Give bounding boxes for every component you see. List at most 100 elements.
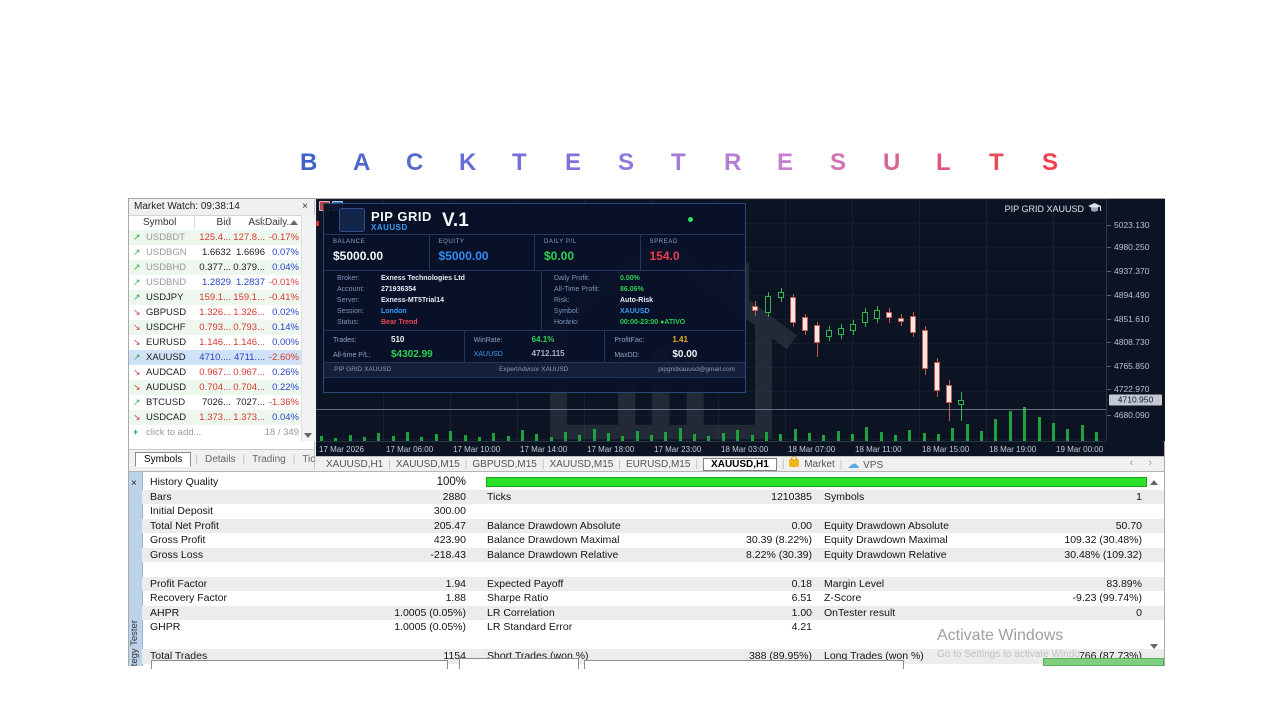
bid-value: 1.373... <box>199 412 231 423</box>
title-letter: S <box>618 149 635 176</box>
arrow-up-icon: ↗ <box>133 352 141 362</box>
ea-stat-label: DAILY P/L <box>544 239 577 245</box>
market-watch-row[interactable]: ↗ BTCUSD 7026... 7027... -1.36% <box>129 395 301 410</box>
ea-info-value: 00:00-23:00 ●ATIVO <box>620 319 686 326</box>
ea-footer: PIP GRID XAUUSD ExpertAdvisor XAUUSD pipgr… <box>324 362 745 378</box>
price-label: 4680.090 <box>1114 410 1150 420</box>
plus-icon[interactable]: + <box>133 425 138 440</box>
candle-body <box>790 297 796 323</box>
stat-value: 8.22% (30.39) <box>746 548 812 561</box>
ea-trade-line: ProfitFac: 1.41 <box>614 335 688 344</box>
chart-tab[interactable]: XAUUSD,M15 <box>396 459 460 470</box>
time-label: 17 Mar 18:00 <box>587 445 635 454</box>
tab-trading[interactable]: Trading <box>249 454 289 465</box>
ask-value: 1.2837 <box>235 277 265 288</box>
ea-footer-text: PIP GRID XAUUSD <box>334 366 392 373</box>
ea-stat-label: BALANCE <box>333 239 366 245</box>
market-watch-row[interactable]: ↘ AUDCAD 0.967... 0.967... 0.26% <box>129 365 301 380</box>
column-header[interactable]: Bid <box>193 215 231 230</box>
ea-status-dot <box>688 217 693 222</box>
market-watch-row[interactable]: ↘ EURUSD 1.146... 1.146... 0.00% <box>129 335 301 350</box>
volume-bar <box>994 419 998 441</box>
tester-progress-fragment <box>1043 658 1164 666</box>
ea-info-label: Symbol: <box>554 308 580 315</box>
market-watch-row[interactable]: ↘ AUDUSD 0.704... 0.704... 0.22% <box>129 380 301 395</box>
market-watch-row[interactable]: ↘ USDCHF 0.793... 0.793... 0.14% <box>129 320 301 335</box>
tab-market[interactable]: Market <box>789 455 835 470</box>
scroll-down-icon[interactable] <box>1150 644 1158 649</box>
ea-trade-label: ProfitFac: <box>614 337 645 344</box>
chart-tab[interactable]: XAUUSD,H1 <box>703 457 777 471</box>
ea-trade-value: $4302.99 <box>391 349 433 360</box>
ea-dashboard: PIP GRID XAUUSD V.1 BALANCE $5000.00 EQUIT… <box>323 203 746 393</box>
market-watch-row[interactable]: ↘ USDCAD 1.373... 1.373... 0.04% <box>129 410 301 425</box>
price-axis[interactable]: 5023.130 4980.250 4937.370 4894.490 4851.610… <box>1106 199 1165 441</box>
column-divider <box>194 216 195 229</box>
time-axis[interactable]: 17 Mar 2026 17 Mar 06:00 17 Mar 10:00 17 Ma… <box>316 441 1106 457</box>
stat-label: Symbols <box>824 490 865 503</box>
ea-trade-value: 510 <box>391 335 405 344</box>
tab-vps[interactable]: ☁ VPS <box>847 457 883 471</box>
candle-body <box>922 330 928 369</box>
market-watch-row[interactable]: ↗ USDJPY 159.1... 159.1... -0.41% <box>129 290 301 305</box>
chart-tab[interactable]: XAUUSD,H1 <box>326 459 383 470</box>
candle-body <box>886 312 892 318</box>
column-header[interactable]: Ask <box>227 215 265 230</box>
volume-bar <box>922 433 926 441</box>
time-label: 17 Mar 14:00 <box>520 445 568 454</box>
tab-symbols[interactable]: Symbols <box>135 452 192 467</box>
close-icon[interactable]: × <box>299 199 311 215</box>
strategy-tester-strip[interactable]: × Strategy Tester <box>129 472 143 666</box>
market-watch-row[interactable]: ↗ USDBND 1.2829 1.2837 -0.01% <box>129 275 301 290</box>
volume-bar <box>607 433 610 441</box>
title-letter: E <box>565 149 582 176</box>
symbol-name: USDBGN <box>146 247 187 258</box>
tab-scroll-arrows[interactable]: ‹ › <box>1130 457 1158 469</box>
stat-label: Balance Drawdown Absolute <box>487 519 621 532</box>
scroll-down-icon[interactable] <box>304 433 312 438</box>
stat-value: -218.43 <box>430 548 466 561</box>
add-symbol-row[interactable]: + click to add... 18 / 349 <box>129 425 301 440</box>
ea-trade-line: WinRate: 64.1% <box>474 335 555 344</box>
vps-cloud-icon: ☁ <box>847 457 860 471</box>
market-watch-row[interactable]: ↗ XAUUSD 4710.... 4711.... -2.60% <box>129 350 301 365</box>
chart-plot[interactable]: PIP GRID XAUUSD PIP GRID XAUUSD V.1 BALA… <box>316 199 1106 441</box>
tester-bottom-tab[interactable] <box>151 660 448 669</box>
stat-label: OnTester result <box>824 606 896 619</box>
sort-arrow-icon[interactable] <box>290 220 298 225</box>
chart-tab[interactable]: GBPUSD,M15 <box>472 459 536 470</box>
chart-symbol-label: PIP GRID XAUUSD <box>1004 203 1084 214</box>
market-watch-header[interactable]: Symbol Bid Ask Daily... <box>129 215 301 231</box>
time-label: 17 Mar 06:00 <box>386 445 434 454</box>
price-label: 4937.370 <box>1114 266 1150 276</box>
chart-tab[interactable]: EURUSD,M15 <box>626 459 690 470</box>
column-header[interactable]: Symbol <box>143 215 193 230</box>
tester-bottom-tab[interactable] <box>584 660 904 669</box>
time-label: 18 Mar 07:00 <box>788 445 836 454</box>
stat-label: Margin Level <box>824 577 885 590</box>
market-watch-row[interactable]: ↗ USDBDT 125.4... 127.8... -0.17% <box>129 230 301 245</box>
scroll-up-icon[interactable] <box>1150 480 1158 485</box>
ea-version: V.1 <box>442 210 469 231</box>
ea-stat-cell: SPREAD 154.0 <box>641 234 746 270</box>
tab-details[interactable]: Details <box>202 454 239 465</box>
bid-value: 4710.... <box>199 352 231 363</box>
ea-stat-cell: DAILY P/L $0.00 <box>535 234 641 270</box>
market-watch-scrollbar[interactable] <box>301 215 315 441</box>
close-icon[interactable]: × <box>131 478 137 489</box>
title-letter: L <box>936 149 951 176</box>
bid-value: 1.146... <box>199 337 231 348</box>
market-watch-row[interactable]: ↗ USDBGN 1.6632 1.6696 0.07% <box>129 245 301 260</box>
arrow-up-icon: ↗ <box>133 397 141 407</box>
add-symbol-label[interactable]: click to add... <box>146 425 201 440</box>
tester-bottom-tab[interactable] <box>459 658 579 669</box>
tester-row: History Quality 100% <box>142 475 1164 490</box>
market-watch-row[interactable]: ↘ GBPUSD 1.326... 1.326... 0.02% <box>129 305 301 320</box>
candle-body <box>814 325 820 343</box>
axis-tick <box>1107 271 1111 272</box>
market-watch-row[interactable]: ↗ USDBHD 0.377... 0.379... 0.04% <box>129 260 301 275</box>
ea-trade-line: All-time P/L: $4302.99 <box>333 349 433 360</box>
chart-tab[interactable]: XAUUSD,M15 <box>549 459 613 470</box>
ea-trade-label: WinRate: <box>473 337 503 344</box>
volume-bar <box>980 431 984 441</box>
